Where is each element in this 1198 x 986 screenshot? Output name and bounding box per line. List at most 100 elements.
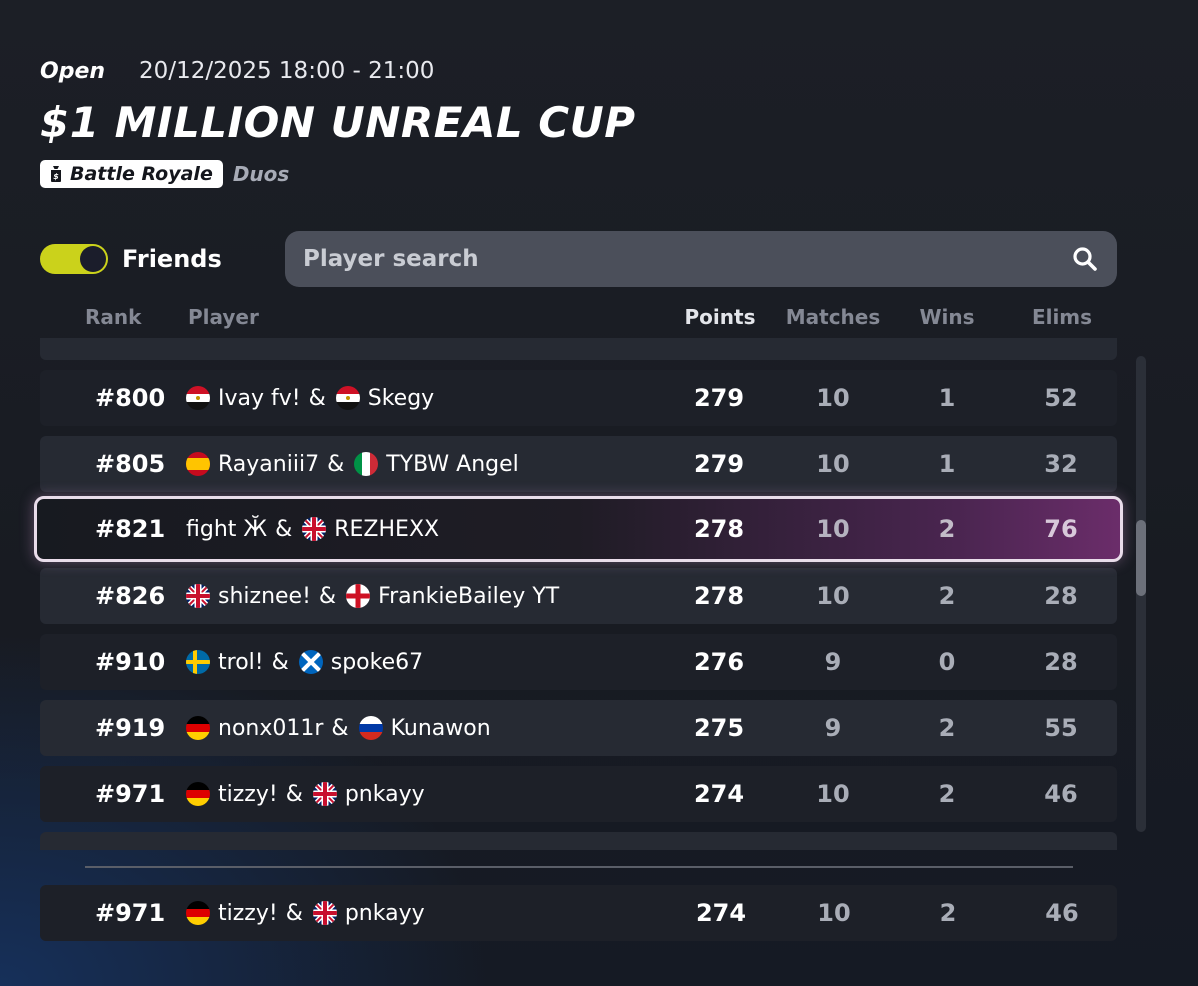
- player-name: shiznee!: [218, 583, 311, 609]
- column-points[interactable]: Points: [685, 303, 756, 331]
- scrollbar-thumb[interactable]: [1136, 520, 1146, 596]
- player-name: Ivay fv!: [218, 385, 301, 411]
- column-elims[interactable]: Elims: [1032, 303, 1092, 331]
- row-points: 278: [693, 515, 745, 543]
- row-wins: 2: [938, 780, 956, 808]
- player-name: trol!: [218, 649, 264, 675]
- flag-uk-icon: [312, 901, 337, 925]
- row-wins: 1: [938, 384, 956, 412]
- event-title: $1 MILLION UNREAL CUP: [40, 98, 636, 147]
- player-name: REZHEXX: [334, 516, 440, 542]
- flag-spain-icon: [186, 452, 210, 476]
- flag-italy-icon: [354, 452, 379, 476]
- friends-toggle[interactable]: [40, 244, 108, 274]
- row-elims: 28: [1044, 582, 1078, 610]
- row-matches: 10: [816, 582, 850, 610]
- table-row[interactable]: #826 shiznee! & FrankieBailey YT 278 10 …: [40, 568, 1117, 624]
- mode-badge: $ Battle Royale: [40, 160, 223, 188]
- row-points: 279: [693, 384, 745, 412]
- row-players: fight Ӂ & REZHEXX: [186, 499, 439, 559]
- row-wins: 2: [938, 714, 956, 742]
- row-players: tizzy! & pnkayy: [186, 885, 425, 941]
- row-rank: #826: [95, 582, 166, 610]
- flag-egypt-icon: [186, 386, 210, 410]
- row-points: 275: [693, 714, 745, 742]
- toggle-knob: [80, 246, 106, 272]
- player-name: TYBW Angel: [386, 451, 519, 477]
- player-name: tizzy!: [218, 900, 278, 926]
- row-points: 278: [693, 582, 745, 610]
- ampersand: &: [285, 781, 303, 807]
- flag-egypt-icon: [335, 386, 360, 410]
- my-team-row[interactable]: #971 tizzy! & pnkayy 274 10 2 46: [40, 885, 1117, 941]
- row-wins: 0: [938, 648, 956, 676]
- ampersand: &: [327, 451, 345, 477]
- player-name: spoke67: [330, 649, 424, 675]
- player-name: pnkayy: [344, 781, 425, 807]
- row-players: trol! & spoke67: [186, 634, 423, 690]
- player-name: Rayaniii7: [218, 451, 320, 477]
- row-rank: #800: [95, 384, 166, 412]
- row-players: nonx011r & Kunawon: [186, 700, 491, 756]
- flag-scotland-icon: [298, 650, 323, 674]
- row-elims: 46: [1044, 780, 1078, 808]
- search-input[interactable]: [303, 231, 1043, 287]
- table-row-partial-top: [40, 338, 1117, 360]
- row-rank: #805: [95, 450, 166, 478]
- row-matches: 10: [816, 384, 850, 412]
- row-points: 274: [695, 899, 747, 927]
- row-elims: 52: [1044, 384, 1078, 412]
- player-name: nonx011r: [218, 715, 324, 741]
- player-name: FrankieBailey YT: [378, 583, 560, 609]
- row-matches: 10: [817, 899, 851, 927]
- row-players: Ivay fv! & Skegy: [186, 370, 434, 426]
- flag-germany-icon: [186, 716, 210, 740]
- player-search[interactable]: [285, 231, 1117, 287]
- row-matches: 9: [824, 714, 842, 742]
- row-points: 276: [693, 648, 745, 676]
- friends-label: Friends: [122, 245, 222, 273]
- ampersand: &: [271, 649, 289, 675]
- row-rank: #821: [95, 515, 166, 543]
- flag-sweden-icon: [186, 650, 210, 674]
- team-mode: Duos: [232, 162, 290, 186]
- table-row[interactable]: #800 Ivay fv! & Skegy 279 10 1 52: [40, 370, 1117, 426]
- divider: [85, 866, 1073, 868]
- column-player: Player: [188, 305, 259, 329]
- ampersand: &: [308, 385, 326, 411]
- column-wins[interactable]: Wins: [919, 303, 974, 331]
- table-row[interactable]: #805 Rayaniii7 & TYBW Angel 279 10 1 32: [40, 436, 1117, 492]
- column-rank[interactable]: Rank: [85, 303, 141, 331]
- flag-russia-icon: [358, 716, 383, 740]
- table-row[interactable]: #919 nonx011r & Kunawon 275 9 2 55: [40, 700, 1117, 756]
- row-elims: 32: [1044, 450, 1078, 478]
- search-icon[interactable]: [1071, 245, 1099, 273]
- flag-germany-icon: [186, 901, 210, 925]
- event-status: Open: [40, 59, 106, 84]
- row-rank: #919: [95, 714, 166, 742]
- money-bag-icon: $: [51, 166, 61, 182]
- row-elims: 46: [1045, 899, 1079, 927]
- row-matches: 10: [816, 450, 850, 478]
- table-row[interactable]: #910 trol! & spoke67 276 9 0 28: [40, 634, 1117, 690]
- row-elims: 55: [1044, 714, 1078, 742]
- player-name: pnkayy: [344, 900, 425, 926]
- leaderboard-list[interactable]: #800 Ivay fv! & Skegy 279 10 1 52 #805 R…: [40, 338, 1117, 850]
- row-matches: 10: [816, 780, 850, 808]
- event-datetime: 20/12/2025 18:00 - 21:00: [139, 58, 435, 84]
- row-rank: #971: [95, 899, 166, 927]
- ampersand: &: [285, 900, 303, 926]
- row-wins: 1: [938, 450, 956, 478]
- highlighted-row[interactable]: #821 fight Ӂ & REZHEXX 278 10 2 76: [34, 496, 1123, 562]
- player-name: fight Ӂ: [186, 516, 268, 542]
- flag-uk-icon: [312, 782, 337, 806]
- flag-england-icon: [346, 584, 371, 608]
- row-players: shiznee! & FrankieBailey YT: [186, 568, 559, 624]
- row-elims: 76: [1044, 515, 1078, 543]
- column-matches[interactable]: Matches: [786, 303, 881, 331]
- player-name: Kunawon: [390, 715, 491, 741]
- row-players: Rayaniii7 & TYBW Angel: [186, 436, 519, 492]
- row-wins: 2: [939, 899, 957, 927]
- row-matches: 10: [816, 515, 850, 543]
- table-row[interactable]: #971 tizzy! & pnkayy 274 10 2 46: [40, 766, 1117, 822]
